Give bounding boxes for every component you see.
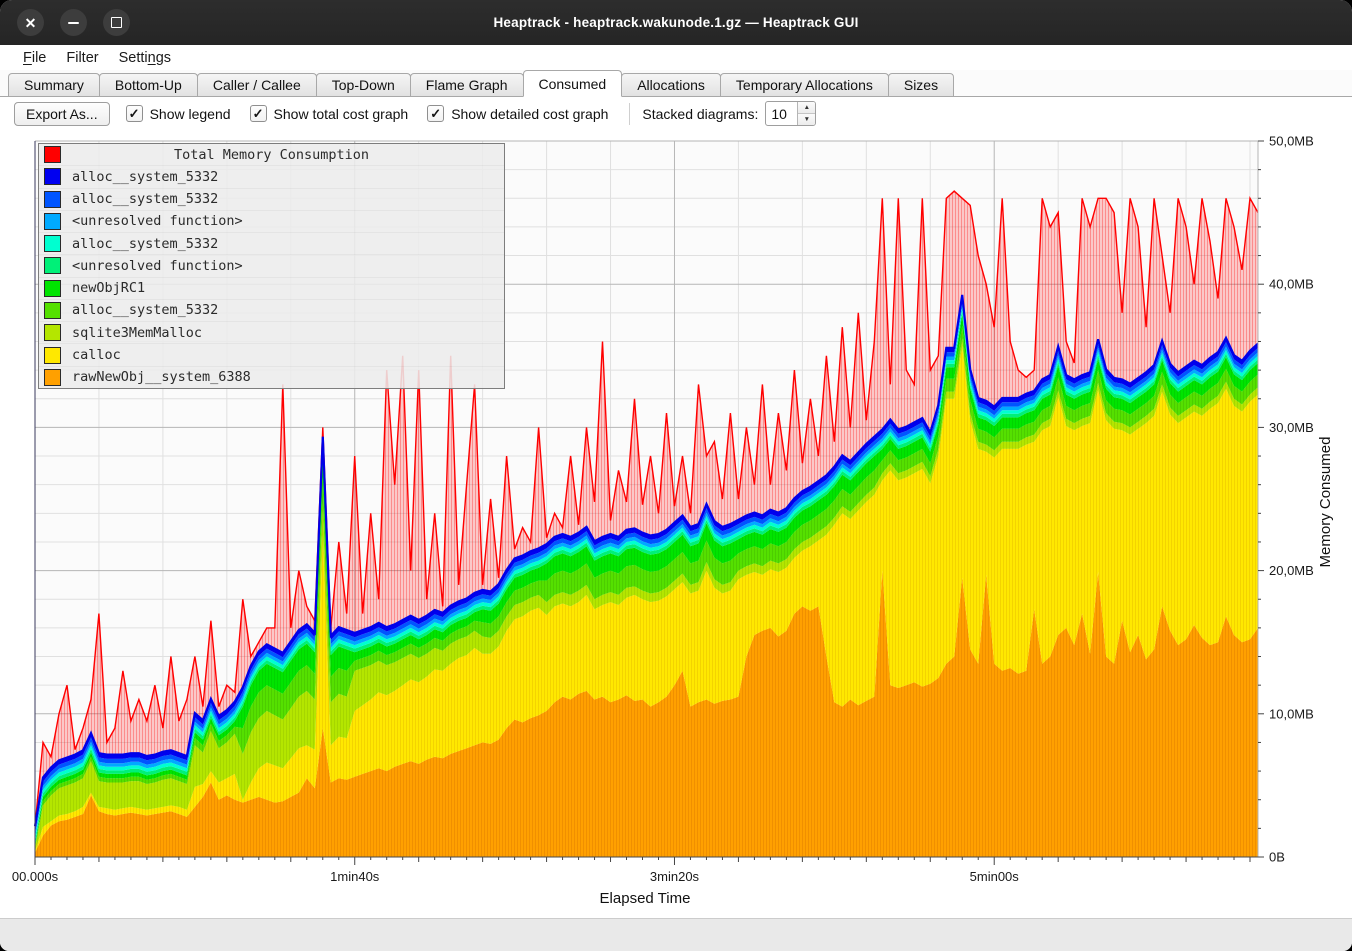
y-tick-label: 40,0MB <box>1269 277 1314 292</box>
legend-label: alloc__system_5332 <box>72 191 218 207</box>
legend-label: alloc__system_5332 <box>72 236 218 252</box>
x-tick-label: 5min00s <box>970 869 1020 884</box>
legend-label: sqlite3MemMalloc <box>72 325 202 341</box>
legend-item: alloc__system_5332 <box>39 299 504 321</box>
chart-toolbar: Export As... ✓ Show legend ✓ Show total cos… <box>0 97 1352 130</box>
checkbox-label: Show legend <box>150 106 231 122</box>
legend-item: <unresolved function> <box>39 254 504 276</box>
menu-filter[interactable]: Filter <box>57 49 107 67</box>
memory-consumption-chart[interactable]: 00.000s 1min40s 3min20s 5min00s 0B 10,0MB 20,0… <box>0 130 1352 918</box>
export-as-button[interactable]: Export As... <box>14 102 110 126</box>
x-tick-label: 1min40s <box>330 869 380 884</box>
legend-label: alloc__system_5332 <box>72 169 218 185</box>
legend-item: calloc <box>39 343 504 365</box>
legend-swatch-icon <box>44 213 61 230</box>
status-strip <box>0 918 1352 951</box>
chevron-up-icon: ▲ <box>804 104 810 111</box>
checkbox-group: ✓ Show legend ✓ Show total cost graph ✓ Show … <box>126 105 628 122</box>
tab-consumed[interactable]: Consumed <box>523 70 623 97</box>
tab-allocations[interactable]: Allocations <box>621 73 721 96</box>
x-axis-title: Elapsed Time <box>600 890 691 907</box>
tab-sizes[interactable]: Sizes <box>888 73 954 96</box>
tab-flame-graph[interactable]: Flame Graph <box>410 73 524 96</box>
legend-swatch-icon <box>44 168 61 185</box>
app-window: ✕ Heaptrack - heaptrack.wakunode.1.gz — … <box>0 0 1352 951</box>
window-title: Heaptrack - heaptrack.wakunode.1.gz — He… <box>0 0 1352 45</box>
y-tick-label: 50,0MB <box>1269 134 1314 149</box>
stacked-diagrams-spinner[interactable]: 10 ▲ ▼ <box>765 101 816 126</box>
legend-swatch-icon <box>44 280 61 297</box>
legend-swatch-icon <box>44 191 61 208</box>
y-tick-label: 20,0MB <box>1269 563 1314 578</box>
spinner-up-button[interactable]: ▲ <box>798 102 815 113</box>
legend-label: newObjRC1 <box>72 280 145 296</box>
toolbar-divider <box>629 103 630 125</box>
menu-settings[interactable]: Settings <box>110 49 180 67</box>
y-tick-label: 10,0MB <box>1269 706 1314 721</box>
checkbox-label: Show detailed cost graph <box>451 106 608 122</box>
stacked-diagrams-label: Stacked diagrams: <box>642 106 758 122</box>
tab-caller-callee[interactable]: Caller / Callee <box>197 73 317 96</box>
legend-item: alloc__system_5332 <box>39 165 504 187</box>
tab-temporary-allocations[interactable]: Temporary Allocations <box>720 73 889 96</box>
checkbox-label: Show total cost graph <box>274 106 409 122</box>
spinner-buttons: ▲ ▼ <box>797 102 815 125</box>
legend-label: <unresolved function> <box>72 258 243 274</box>
tab-top-down[interactable]: Top-Down <box>316 73 411 96</box>
legend-label: rawNewObj__system_6388 <box>72 369 251 385</box>
y-tick-label: 30,0MB <box>1269 420 1314 435</box>
legend-title-row: Total Memory Consumption <box>39 144 504 165</box>
legend-item: rawNewObj__system_6388 <box>39 366 504 388</box>
checkmark-icon: ✓ <box>250 105 267 122</box>
legend-swatch-icon <box>44 302 61 319</box>
legend-swatch-icon <box>44 257 61 274</box>
x-tick-label: 3min20s <box>650 869 700 884</box>
x-tick-label: 00.000s <box>12 869 59 884</box>
tab-summary[interactable]: Summary <box>8 73 100 96</box>
chevron-down-icon: ▼ <box>804 116 810 123</box>
legend-item: newObjRC1 <box>39 277 504 299</box>
checkbox-show-legend[interactable]: ✓ Show legend <box>126 105 231 122</box>
spinner-value[interactable]: 10 <box>766 102 797 125</box>
legend-title: Total Memory Consumption <box>61 147 504 163</box>
checkmark-icon: ✓ <box>427 105 444 122</box>
legend-item: <unresolved function> <box>39 210 504 232</box>
checkbox-show-total-cost-graph[interactable]: ✓ Show total cost graph <box>250 105 409 122</box>
tab-bar: SummaryBottom-UpCaller / CalleeTop-DownF… <box>0 70 1352 97</box>
menu-bar: FileFilterSettings <box>0 45 1352 70</box>
checkmark-icon: ✓ <box>126 105 143 122</box>
legend-label: alloc__system_5332 <box>72 302 218 318</box>
legend-swatch-icon <box>44 324 61 341</box>
legend-item: sqlite3MemMalloc <box>39 321 504 343</box>
title-bar[interactable]: ✕ Heaptrack - heaptrack.wakunode.1.gz — … <box>0 0 1352 45</box>
legend-item: alloc__system_5332 <box>39 232 504 254</box>
legend-swatch-icon <box>44 369 61 386</box>
legend-item: alloc__system_5332 <box>39 188 504 210</box>
checkbox-show-detailed-cost-graph[interactable]: ✓ Show detailed cost graph <box>427 105 608 122</box>
chart-legend: Total Memory Consumption alloc__system_53… <box>38 143 505 389</box>
legend-swatch-icon <box>44 146 61 163</box>
legend-swatch-icon <box>44 235 61 252</box>
legend-label: <unresolved function> <box>72 213 243 229</box>
y-axis-title: Memory Consumed <box>1317 437 1334 568</box>
spinner-down-button[interactable]: ▼ <box>798 113 815 125</box>
tab-bottom-up[interactable]: Bottom-Up <box>99 73 198 96</box>
y-tick-label: 0B <box>1269 850 1285 865</box>
legend-swatch-icon <box>44 347 61 364</box>
legend-label: calloc <box>72 347 121 363</box>
menu-file[interactable]: File <box>14 49 55 67</box>
